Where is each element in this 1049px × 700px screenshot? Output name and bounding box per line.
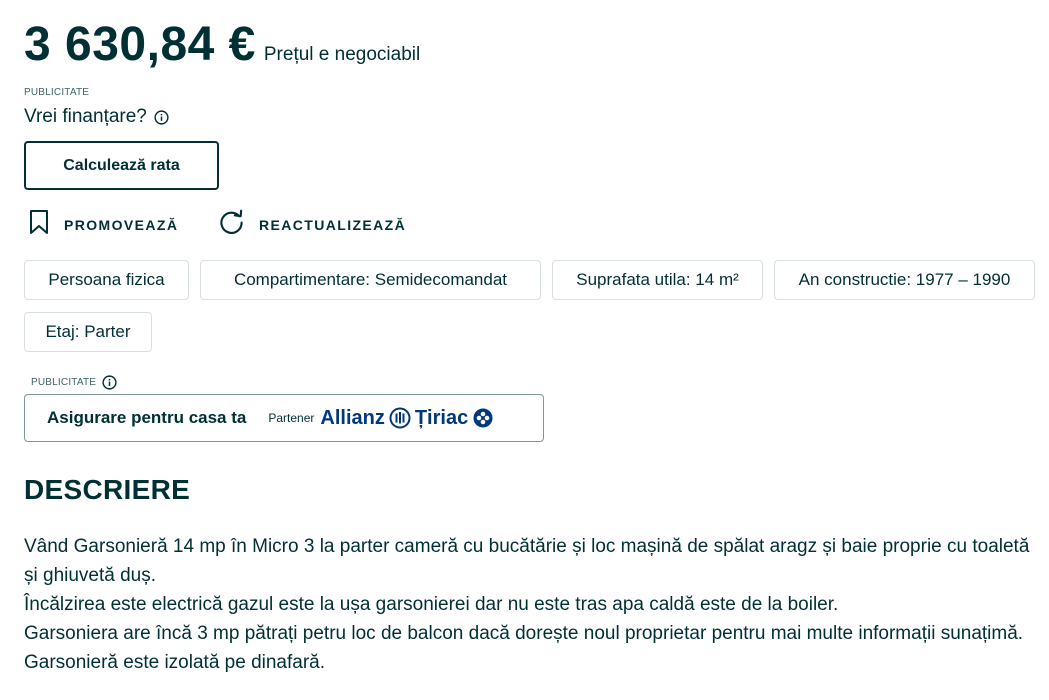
calculate-rate-button[interactable]: Calculează rata	[24, 141, 219, 190]
insurance-ad-label: PUBLICITATE	[31, 377, 97, 388]
description-body: Vând Garsonieră 14 mp în Micro 3 la part…	[24, 532, 1044, 677]
promote-label: PROMOVEAZĂ	[64, 216, 179, 233]
allianz-eagle-icon	[389, 407, 411, 429]
promote-action[interactable]: PROMOVEAZĂ	[28, 209, 178, 240]
tag-seller-type: Persoana fizica	[24, 260, 189, 300]
ad-label: PUBLICITATE	[24, 87, 90, 98]
financing-question-text: Vrei finanțare?	[24, 106, 147, 127]
tag-area: Suprafata utila: 14 m²	[552, 260, 763, 300]
bookmark-icon	[28, 209, 50, 240]
info-icon[interactable]	[154, 109, 169, 125]
info-icon[interactable]	[102, 375, 117, 390]
brand-allianz: Allianz	[320, 406, 385, 429]
description-title: DESCRIERE	[24, 474, 191, 505]
price-row: 3 630,84 € Prețul e negociabil	[24, 12, 420, 78]
description-line: Vând Garsonieră 14 mp în Micro 3 la part…	[24, 536, 1030, 586]
financing-question: Vrei finanțare?	[24, 106, 169, 128]
price-negotiable-note: Prețul e negociabil	[263, 44, 421, 65]
refresh-action[interactable]: REACTUALIZEAZĂ	[218, 209, 406, 241]
refresh-label: REACTUALIZEAZĂ	[259, 217, 407, 233]
insurance-banner[interactable]: Asigurare pentru casa ta Partener Allian…	[24, 394, 544, 442]
partner-label: Partener	[268, 411, 315, 425]
insurance-text: Asigurare pentru casa ta	[47, 408, 247, 427]
tag-construction-year: An constructie: 1977 – 1990	[774, 260, 1035, 300]
insurance-ad-label-row: PUBLICITATE	[31, 375, 117, 390]
refresh-icon	[218, 209, 245, 241]
tag-layout: Compartimentare: Semidecomandat	[200, 260, 541, 300]
description-line: Încălzirea este electrică gazul este la …	[24, 594, 839, 615]
tag-floor: Etaj: Parter	[24, 312, 152, 352]
partner-brand: Allianz Țiriac	[320, 407, 498, 430]
tiriac-logo-icon	[473, 408, 493, 428]
price: 3 630,84 €	[24, 18, 256, 71]
description-line: Garsoniera are încă 3 mp pătrați petru l…	[24, 623, 1024, 673]
brand-tiriac: Țiriac	[414, 406, 469, 429]
